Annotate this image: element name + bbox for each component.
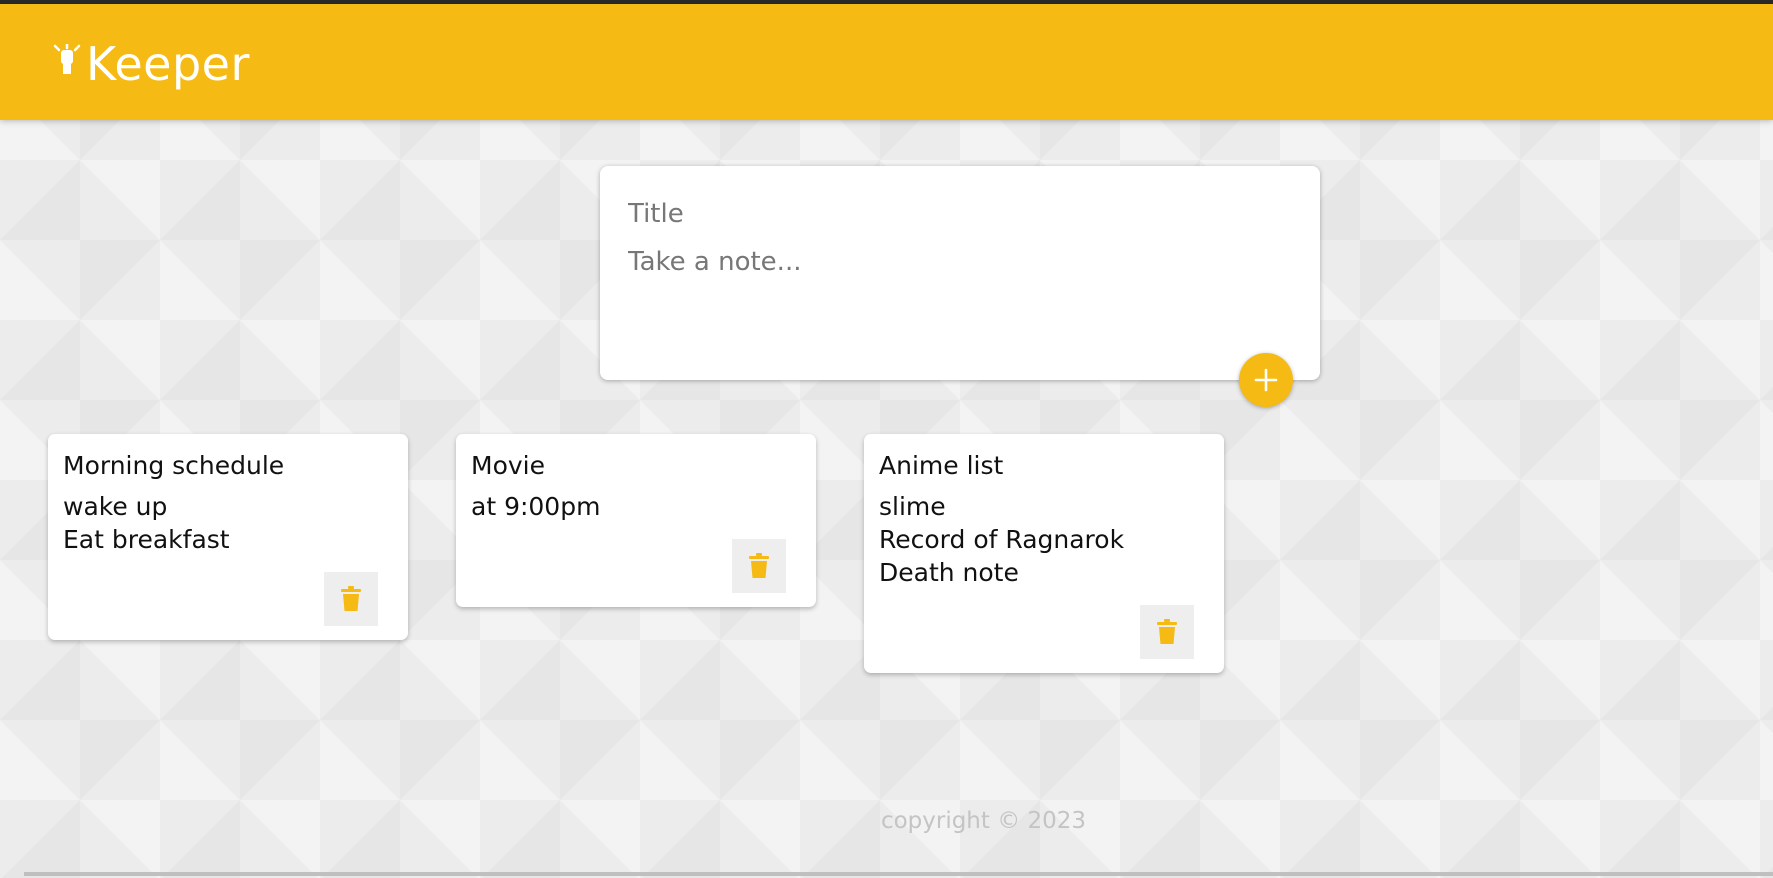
horizontal-scrollbar[interactable] [24, 872, 1773, 876]
plus-icon [1254, 368, 1278, 392]
app-header: Keeper [0, 4, 1773, 120]
app-title: Keeper [86, 37, 250, 91]
delete-note-button[interactable] [732, 539, 786, 593]
add-note-button[interactable] [1239, 353, 1293, 407]
copyright-text: copyright © 2023 [880, 808, 1087, 834]
trash-icon [1157, 619, 1177, 644]
footer: copyright © 2023 [0, 808, 1773, 834]
note-title: Morning schedule [63, 451, 285, 480]
note-title: Movie [471, 451, 545, 480]
create-note-form [600, 166, 1320, 380]
note-content-line: Eat breakfast [63, 525, 230, 554]
note-content-line: slime [879, 492, 946, 521]
note-content-line: Death note [879, 558, 1019, 587]
note-card: Anime list slime Record of Ragnarok Deat… [864, 434, 1224, 673]
trash-icon [341, 586, 361, 611]
note-content-line: Record of Ragnarok [879, 525, 1125, 554]
note-content-input[interactable] [628, 244, 1288, 354]
delete-note-button[interactable] [324, 572, 378, 626]
note-title-input[interactable] [628, 196, 1288, 232]
note-card: Movie at 9:00pm [456, 434, 816, 607]
brand: Keeper [52, 36, 250, 92]
trash-icon [749, 553, 769, 578]
note-content-line: wake up [63, 492, 168, 521]
note-card: Morning schedule wake up Eat breakfast [48, 434, 408, 640]
lightbulb-icon [53, 44, 81, 74]
note-title: Anime list [879, 451, 1004, 480]
delete-note-button[interactable] [1140, 605, 1194, 659]
note-content-line: at 9:00pm [471, 492, 601, 521]
